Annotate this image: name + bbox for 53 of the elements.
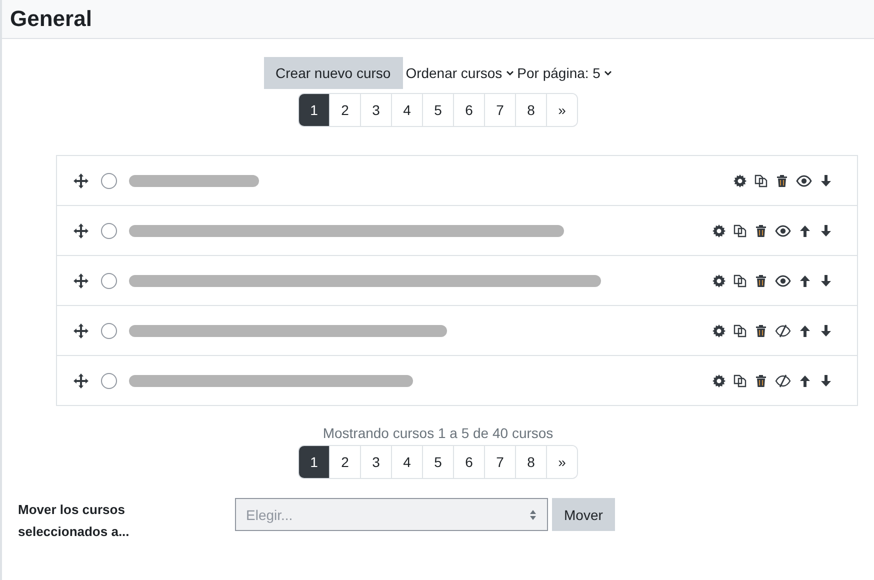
- up-arrow-icon[interactable]: [798, 374, 812, 388]
- down-arrow-icon[interactable]: [819, 274, 833, 288]
- page-link[interactable]: »: [546, 446, 577, 478]
- course-checkbox[interactable]: [101, 222, 117, 238]
- trash-icon[interactable]: [754, 274, 768, 288]
- trash-icon[interactable]: [754, 374, 768, 388]
- move-icon[interactable]: [73, 172, 89, 188]
- copy-icon[interactable]: [733, 274, 747, 288]
- copy-icon[interactable]: [754, 174, 768, 188]
- settings-icon[interactable]: [712, 324, 726, 338]
- sort-menu[interactable]: Ordenar cursos: [406, 65, 502, 81]
- per-page-menu[interactable]: Por página: 5: [517, 65, 600, 81]
- eye-icon[interactable]: [775, 274, 791, 288]
- trash-icon[interactable]: [754, 224, 768, 238]
- move-icon[interactable]: [73, 272, 89, 288]
- move-icon[interactable]: [73, 372, 89, 388]
- move-icon[interactable]: [73, 222, 89, 238]
- up-arrow-icon[interactable]: [798, 224, 812, 238]
- page-link[interactable]: »: [546, 94, 577, 126]
- copy-icon[interactable]: [733, 324, 747, 338]
- trash-icon[interactable]: [754, 324, 768, 338]
- copy-icon[interactable]: [733, 374, 747, 388]
- down-arrow-icon[interactable]: [819, 324, 833, 338]
- eye-icon[interactable]: [775, 224, 791, 238]
- move-button[interactable]: Mover: [552, 498, 615, 531]
- settings-icon[interactable]: [733, 174, 747, 188]
- move-icon[interactable]: [73, 322, 89, 338]
- settings-icon[interactable]: [712, 224, 726, 238]
- caret-icon: [506, 70, 514, 76]
- move-label: Mover los cursos seleccionados a...: [17, 501, 130, 541]
- down-arrow-icon[interactable]: [819, 224, 833, 238]
- settings-icon[interactable]: [712, 274, 726, 288]
- eye-icon[interactable]: [796, 174, 812, 188]
- trash-icon[interactable]: [775, 174, 789, 188]
- caret-icon: [604, 70, 612, 76]
- page-link[interactable]: 1: [299, 94, 329, 126]
- settings-icon[interactable]: [712, 374, 726, 388]
- up-arrow-icon[interactable]: [798, 274, 812, 288]
- sort-caret-icon: [529, 508, 537, 520]
- course-checkbox[interactable]: [101, 372, 117, 388]
- down-arrow-icon[interactable]: [819, 174, 833, 188]
- page-title: General: [10, 6, 92, 32]
- course-checkbox[interactable]: [101, 322, 117, 338]
- eye-slash-icon[interactable]: [775, 374, 791, 388]
- up-arrow-icon[interactable]: [798, 324, 812, 338]
- down-arrow-icon[interactable]: [819, 374, 833, 388]
- course-checkbox[interactable]: [101, 172, 117, 188]
- create-course-button[interactable]: Crear nuevo curso: [264, 57, 403, 89]
- results-summary: Mostrando cursos 1 a 5 de 40 cursos: [322, 425, 554, 441]
- eye-slash-icon[interactable]: [775, 324, 791, 338]
- page-link[interactable]: 1: [299, 446, 329, 478]
- course-checkbox[interactable]: [101, 272, 117, 288]
- copy-icon[interactable]: [733, 224, 747, 238]
